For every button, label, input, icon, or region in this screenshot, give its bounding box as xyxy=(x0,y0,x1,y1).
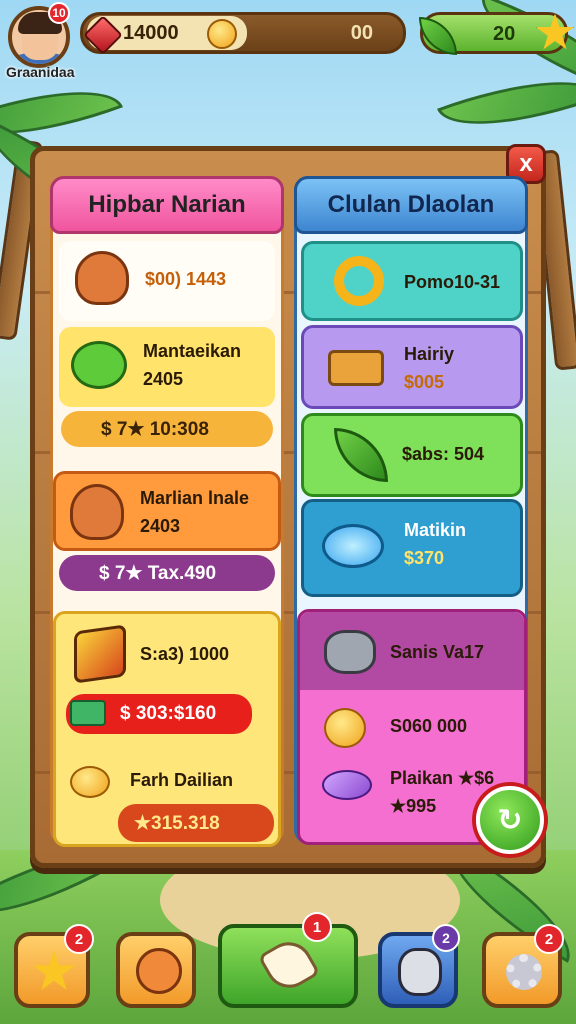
item-sub: 2403 xyxy=(140,516,181,536)
shop-item[interactable]: $abs: 504 xyxy=(301,413,523,497)
refresh-button[interactable]: ↻ xyxy=(476,786,544,854)
shop-item[interactable]: Pomo10-31 xyxy=(301,241,523,321)
shop-item[interactable]: Hairiy $005 xyxy=(301,325,523,409)
item-label: $abs: 504 xyxy=(402,444,485,464)
item-sub: ★995 xyxy=(390,796,437,816)
pet-face-icon xyxy=(136,948,182,994)
item-label: Hairiy xyxy=(404,344,455,364)
shop-item[interactable]: Matikin $370 xyxy=(301,499,523,597)
item-label: Sanis Va17 xyxy=(390,642,485,662)
water-icon xyxy=(322,524,384,568)
character-badge: 2 xyxy=(432,924,460,952)
coins-icon xyxy=(324,708,366,748)
tab-right[interactable]: Clulan Dlaolan xyxy=(294,176,528,234)
item-price: S:a3) 1000 xyxy=(140,644,230,664)
gem-icon xyxy=(322,770,372,800)
bread-icon xyxy=(328,350,384,386)
energy-count: 20 xyxy=(493,23,516,45)
item-label: Marlian lnale xyxy=(140,488,250,508)
fox-icon xyxy=(70,484,124,540)
main-action-badge: 1 xyxy=(302,912,332,942)
price-pill[interactable]: $ 7★ 10:308 xyxy=(61,411,273,447)
price-pill[interactable]: $ 7★ Tax.490 xyxy=(59,555,275,591)
favorites-badge: 2 xyxy=(64,924,94,954)
item-sub: $005 xyxy=(404,372,445,392)
main-action-button[interactable] xyxy=(218,924,358,1008)
item-label: S060 000 xyxy=(390,716,468,736)
currency-bar[interactable]: 14000 00 xyxy=(80,12,406,55)
coins-icon xyxy=(70,766,110,798)
item-price: $00) 1443 xyxy=(145,269,227,289)
fox-icon xyxy=(75,251,129,305)
settings-badge: 2 xyxy=(534,924,564,954)
star-icon xyxy=(32,950,76,991)
shop-item-group: S:a3) 1000 $ 303:$160 Farh Dailian ★315.… xyxy=(53,611,281,847)
leaf-icon xyxy=(334,428,388,482)
shop-item[interactable]: Mantaeikan 2405 xyxy=(59,327,275,407)
shop-item[interactable]: $00) 1443 xyxy=(59,241,275,321)
pot-icon xyxy=(324,630,376,674)
book-icon xyxy=(74,624,126,684)
hand-icon xyxy=(257,933,321,997)
item-label: Farh Dailian xyxy=(130,770,234,790)
price-pill[interactable]: ★315.318 xyxy=(118,804,274,842)
close-icon: x xyxy=(519,150,533,177)
item-label: Matikin xyxy=(404,520,467,540)
turtle-icon xyxy=(71,341,127,389)
item-label: Plaikan ★$6 xyxy=(390,768,495,788)
coin-icon xyxy=(207,19,237,49)
item-label: Pomo10-31 xyxy=(404,272,501,292)
character-icon xyxy=(398,948,442,996)
pill-text: $ 303:$160 xyxy=(120,703,217,724)
tab-left[interactable]: Hipbar Narian xyxy=(50,176,284,234)
energy-bar[interactable]: 20 xyxy=(419,12,575,55)
item-label: Mantaeikan xyxy=(143,341,242,361)
item-sub: 2405 xyxy=(143,369,184,389)
gem-count: 00 xyxy=(350,22,373,44)
leaf-icon xyxy=(419,17,457,55)
shop-item[interactable]: Marlian lnale 2403 xyxy=(53,471,281,551)
right-shop-column: Clulan Dlaolan Pomo10-31 Hairiy $005 $ab… xyxy=(294,176,528,845)
left-shop-column: Hipbar Narian $00) 1443 Mantaeikan 2405 … xyxy=(50,176,284,847)
cash-icon xyxy=(70,700,106,726)
player-name: Graanidaa xyxy=(6,64,75,80)
refresh-icon: ↻ xyxy=(497,802,523,838)
pretzel-icon xyxy=(334,256,384,306)
palm-leaf xyxy=(436,54,576,152)
item-sub: $370 xyxy=(404,548,445,568)
avatar-badge: 10 xyxy=(48,2,70,24)
gear-icon xyxy=(506,954,542,990)
pet-button[interactable] xyxy=(116,932,196,1008)
